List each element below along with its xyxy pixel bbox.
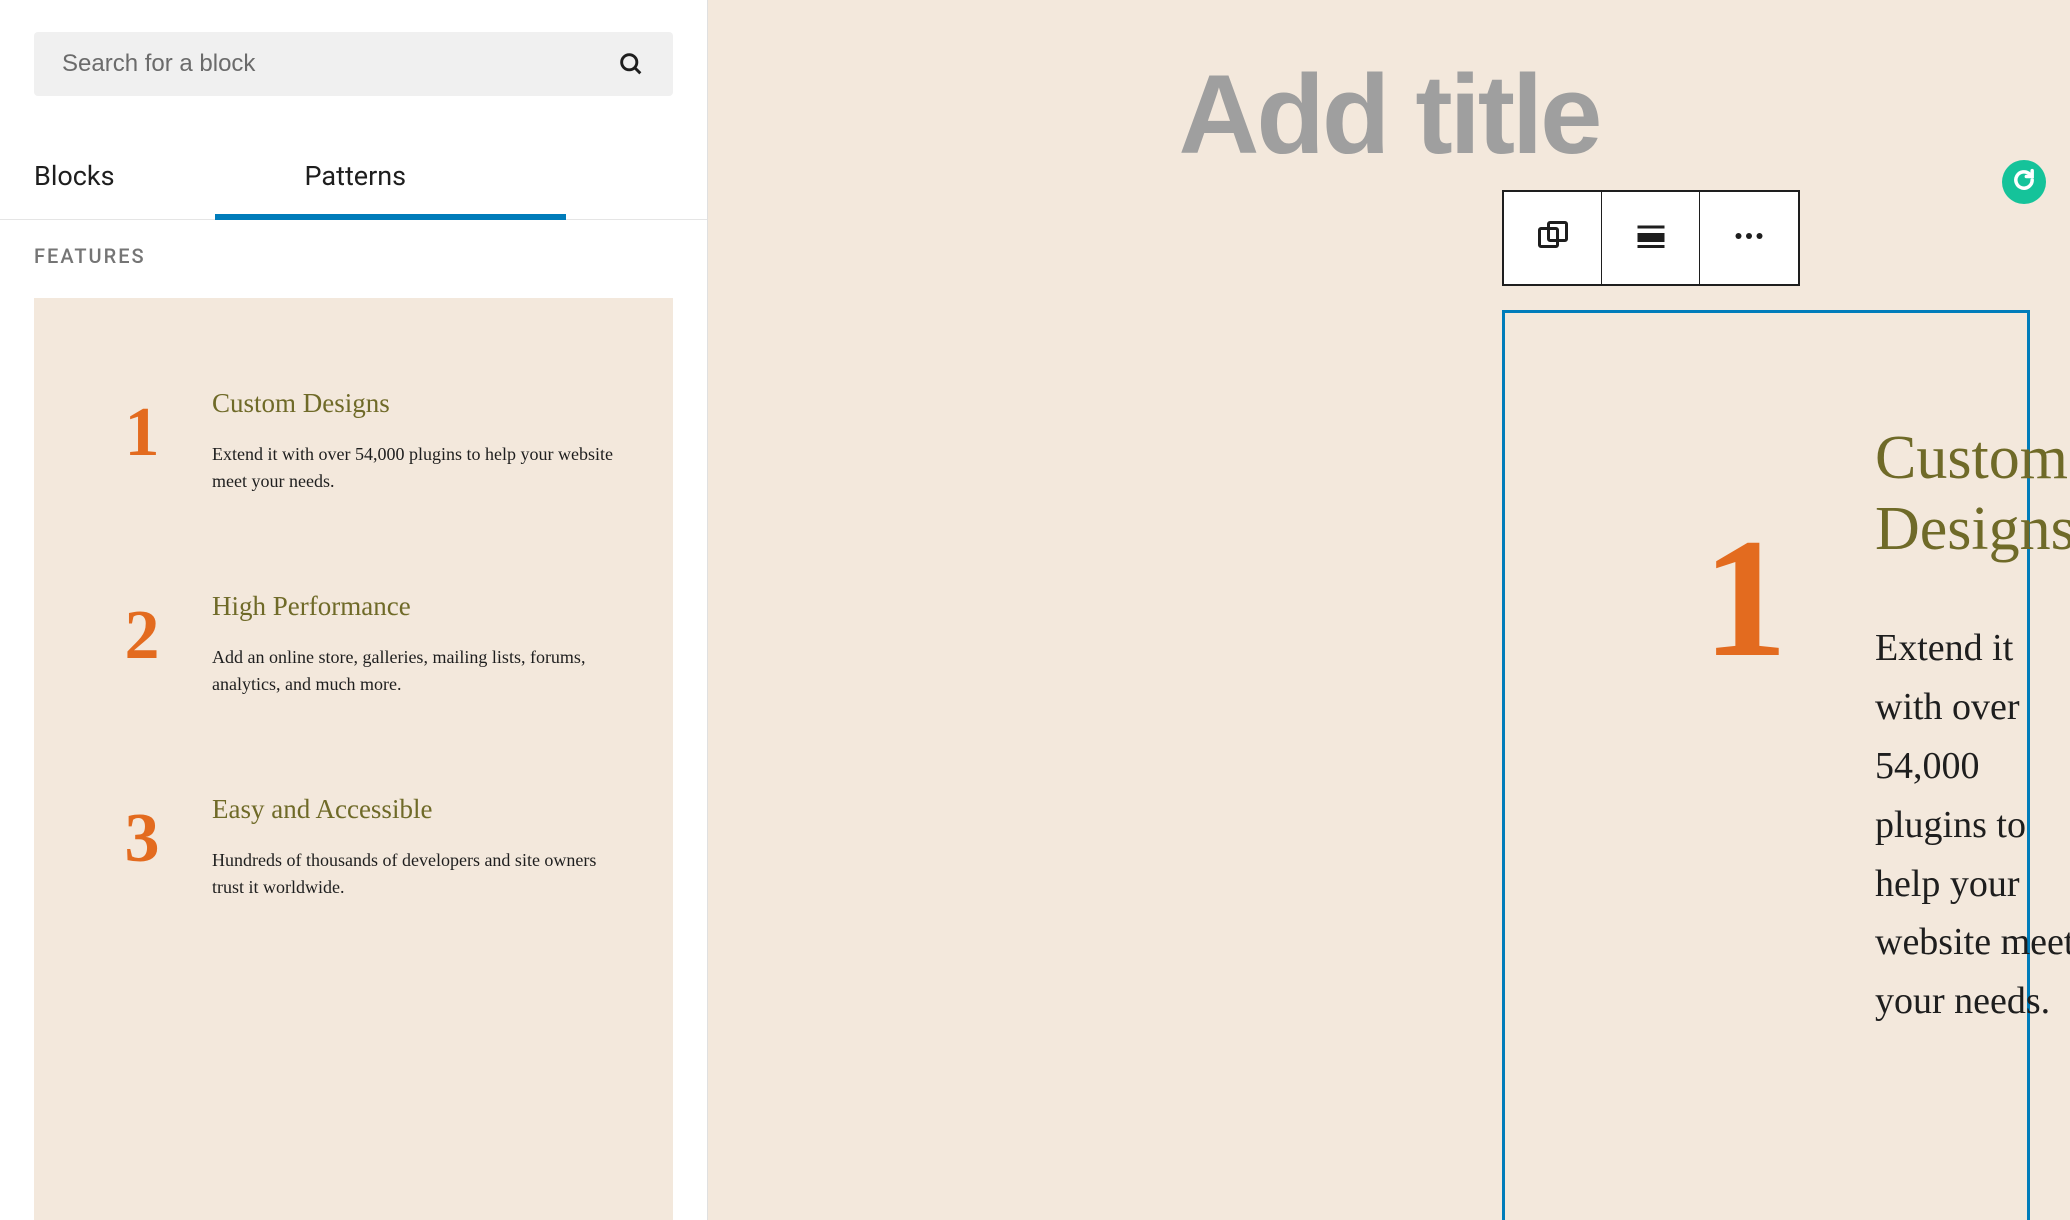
canvas-feature-number[interactable]: 1 — [1615, 513, 1875, 683]
preview-feature-body: High Performance Add an online store, ga… — [212, 591, 635, 698]
block-inserter-panel: Blocks Patterns FEATURES 1 Custom Design… — [0, 0, 708, 1220]
grammarly-badge[interactable] — [2002, 160, 2046, 204]
preview-feature-item: 2 High Performance Add an online store, … — [72, 591, 635, 698]
tab-blocks[interactable]: Blocks — [0, 138, 215, 219]
preview-feature-body: Easy and Accessible Hundreds of thousand… — [212, 794, 635, 901]
block-toolbar — [1502, 190, 1800, 286]
page-title-input[interactable]: Add title — [708, 50, 2070, 179]
preview-feature-number: 1 — [72, 398, 212, 468]
canvas-feature-desc[interactable]: Extend it with over 54,000 plugins to he… — [1875, 619, 2070, 1031]
preview-feature-item: 3 Easy and Accessible Hundreds of thousa… — [72, 794, 635, 901]
canvas-feature-item[interactable]: 1 Custom Designs Extend it with over 54,… — [1615, 423, 1917, 1031]
inserter-tabs: Blocks Patterns — [0, 138, 707, 220]
search-icon — [617, 50, 645, 78]
editor-canvas[interactable]: Add title 1 Custom Designs Extend it wit… — [708, 0, 2070, 1220]
preview-feature-title: Easy and Accessible — [212, 794, 615, 825]
align-button[interactable] — [1602, 192, 1700, 284]
preview-feature-title: Custom Designs — [212, 388, 615, 419]
align-icon — [1633, 218, 1669, 258]
search-wrap — [0, 0, 707, 110]
tab-patterns[interactable]: Patterns — [215, 138, 567, 220]
pattern-category-label: FEATURES — [0, 220, 707, 286]
block-type-button[interactable] — [1504, 192, 1602, 284]
preview-feature-number: 3 — [72, 804, 212, 874]
preview-feature-desc: Add an online store, galleries, mailing … — [212, 644, 615, 698]
more-options-button[interactable] — [1700, 192, 1798, 284]
canvas-feature-body: Custom Designs Extend it with over 54,00… — [1875, 423, 2070, 1031]
group-icon — [1535, 218, 1571, 258]
preview-feature-body: Custom Designs Extend it with over 54,00… — [212, 388, 635, 495]
search-input[interactable] — [62, 50, 617, 78]
canvas-feature-title[interactable]: Custom Designs — [1875, 423, 2070, 565]
preview-feature-desc: Extend it with over 54,000 plugins to he… — [212, 441, 615, 495]
preview-feature-title: High Performance — [212, 591, 615, 622]
preview-feature-number: 2 — [72, 601, 212, 671]
grammarly-icon — [2010, 166, 2038, 198]
selected-block-group[interactable]: 1 Custom Designs Extend it with over 54,… — [1502, 310, 2030, 1220]
pattern-preview-features[interactable]: 1 Custom Designs Extend it with over 54,… — [34, 298, 673, 1220]
search-box[interactable] — [34, 32, 673, 96]
preview-feature-item: 1 Custom Designs Extend it with over 54,… — [72, 388, 635, 495]
ellipsis-icon — [1731, 218, 1767, 258]
preview-feature-desc: Hundreds of thousands of developers and … — [212, 847, 615, 901]
